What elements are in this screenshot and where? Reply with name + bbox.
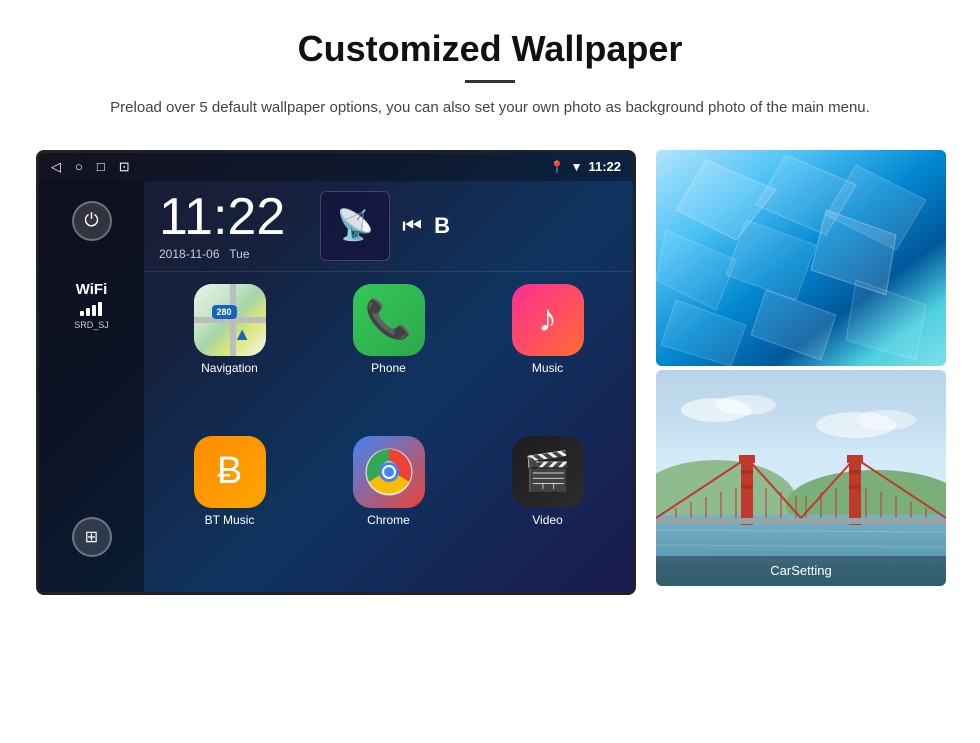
app-grid: 280 ▲ Navigation 📞 Phone bbox=[144, 272, 633, 592]
power-button[interactable]: ⏻ bbox=[72, 201, 112, 241]
bt-music-label: BT Music bbox=[205, 513, 255, 527]
track-label: B bbox=[434, 213, 450, 239]
app-navigation[interactable]: 280 ▲ Navigation bbox=[154, 284, 305, 428]
wifi-bar-4 bbox=[98, 302, 102, 316]
clock-time: 11:22 bbox=[159, 191, 285, 243]
wifi-bar-3 bbox=[92, 305, 96, 316]
clock-area: 11:22 2018-11-06 Tue 📡 ⏮ B bbox=[144, 181, 633, 272]
content-area: ◁ ○ □ ⊡ 📍 ▼ 11:22 ⏻ bbox=[0, 130, 980, 595]
bluetooth-icon: Ƀ bbox=[217, 450, 242, 493]
page-header: Customized Wallpaper Preload over 5 defa… bbox=[0, 0, 980, 130]
screen-body: ⏻ WiFi SRD_SJ ⊞ bbox=[39, 181, 633, 592]
wallpaper-thumbnails: CarSetting bbox=[656, 150, 946, 586]
device-screen: ◁ ○ □ ⊡ 📍 ▼ 11:22 ⏻ bbox=[36, 150, 636, 595]
clock-date: 2018-11-06 Tue bbox=[159, 247, 285, 261]
wifi-label: WiFi bbox=[74, 281, 109, 298]
wifi-info: WiFi SRD_SJ bbox=[74, 281, 109, 330]
title-divider bbox=[465, 80, 515, 83]
wifi-network-name: SRD_SJ bbox=[74, 320, 109, 330]
ice-wallpaper-svg bbox=[656, 150, 946, 366]
app-chrome[interactable]: Chrome bbox=[313, 436, 464, 580]
status-time: 11:22 bbox=[588, 159, 621, 174]
map-arrow: ▲ bbox=[233, 324, 251, 345]
app-bt-music[interactable]: Ƀ BT Music bbox=[154, 436, 305, 580]
wallpaper-thumb-ice[interactable] bbox=[656, 150, 946, 366]
app-video[interactable]: 🎬 Video bbox=[472, 436, 623, 580]
phone-icon-box: 📞 bbox=[353, 284, 425, 356]
chrome-label: Chrome bbox=[367, 513, 410, 527]
home-icon[interactable]: ○ bbox=[75, 159, 83, 174]
device-container: ◁ ○ □ ⊡ 📍 ▼ 11:22 ⏻ bbox=[36, 150, 656, 595]
back-icon[interactable]: ◁ bbox=[51, 159, 61, 175]
video-clapperboard-icon: 🎬 bbox=[524, 450, 571, 494]
status-icons: 📍 ▼ 11:22 bbox=[550, 159, 621, 174]
chrome-icon-box bbox=[353, 436, 425, 508]
video-icon-box: 🎬 bbox=[512, 436, 584, 508]
chrome-svg bbox=[364, 447, 414, 497]
power-icon: ⏻ bbox=[84, 210, 98, 231]
music-note-icon: ♪ bbox=[538, 298, 557, 341]
carsetting-label: CarSetting bbox=[770, 563, 831, 578]
status-bar: ◁ ○ □ ⊡ 📍 ▼ 11:22 bbox=[39, 153, 633, 181]
music-label: Music bbox=[532, 361, 563, 375]
wallpaper-thumb-bridge[interactable]: CarSetting bbox=[656, 370, 946, 586]
page-description: Preload over 5 default wallpaper options… bbox=[80, 97, 900, 120]
music-icon-box: ♪ bbox=[512, 284, 584, 356]
navigation-icon: 280 ▲ bbox=[194, 284, 266, 356]
phone-label: Phone bbox=[371, 361, 406, 375]
bt-music-icon-box: Ƀ bbox=[194, 436, 266, 508]
carsetting-label-overlay: CarSetting bbox=[656, 556, 946, 586]
nav-icons: ◁ ○ □ ⊡ bbox=[51, 159, 130, 175]
media-controls: 📡 ⏮ B bbox=[320, 191, 450, 261]
main-content: 11:22 2018-11-06 Tue 📡 ⏮ B bbox=[144, 181, 633, 592]
screenshot-icon[interactable]: ⊡ bbox=[119, 159, 130, 175]
clock-widget: 11:22 2018-11-06 Tue bbox=[159, 191, 285, 261]
recents-icon[interactable]: □ bbox=[97, 159, 105, 174]
wifi-bar-2 bbox=[86, 308, 90, 316]
bridge-wallpaper-svg bbox=[656, 370, 946, 586]
sidebar: ⏻ WiFi SRD_SJ ⊞ bbox=[39, 181, 144, 592]
location-icon: 📍 bbox=[550, 160, 565, 174]
radio-icon: 📡 bbox=[337, 208, 374, 243]
apps-grid-icon: ⊞ bbox=[85, 527, 98, 547]
app-music[interactable]: ♪ Music bbox=[472, 284, 623, 428]
phone-icon: 📞 bbox=[365, 298, 412, 342]
wifi-status-icon: ▼ bbox=[571, 160, 583, 174]
wifi-bars bbox=[74, 302, 109, 316]
video-label: Video bbox=[532, 513, 562, 527]
app-phone[interactable]: 📞 Phone bbox=[313, 284, 464, 428]
map-shield: 280 bbox=[212, 305, 237, 319]
page-title: Customized Wallpaper bbox=[60, 28, 920, 70]
nav-map-content: 280 ▲ bbox=[194, 284, 266, 356]
navigation-label: Navigation bbox=[201, 361, 258, 375]
media-icon-box: 📡 bbox=[320, 191, 390, 261]
prev-track-icon[interactable]: ⏮ bbox=[402, 213, 422, 239]
apps-button[interactable]: ⊞ bbox=[72, 517, 112, 557]
wifi-bar-1 bbox=[80, 311, 84, 316]
